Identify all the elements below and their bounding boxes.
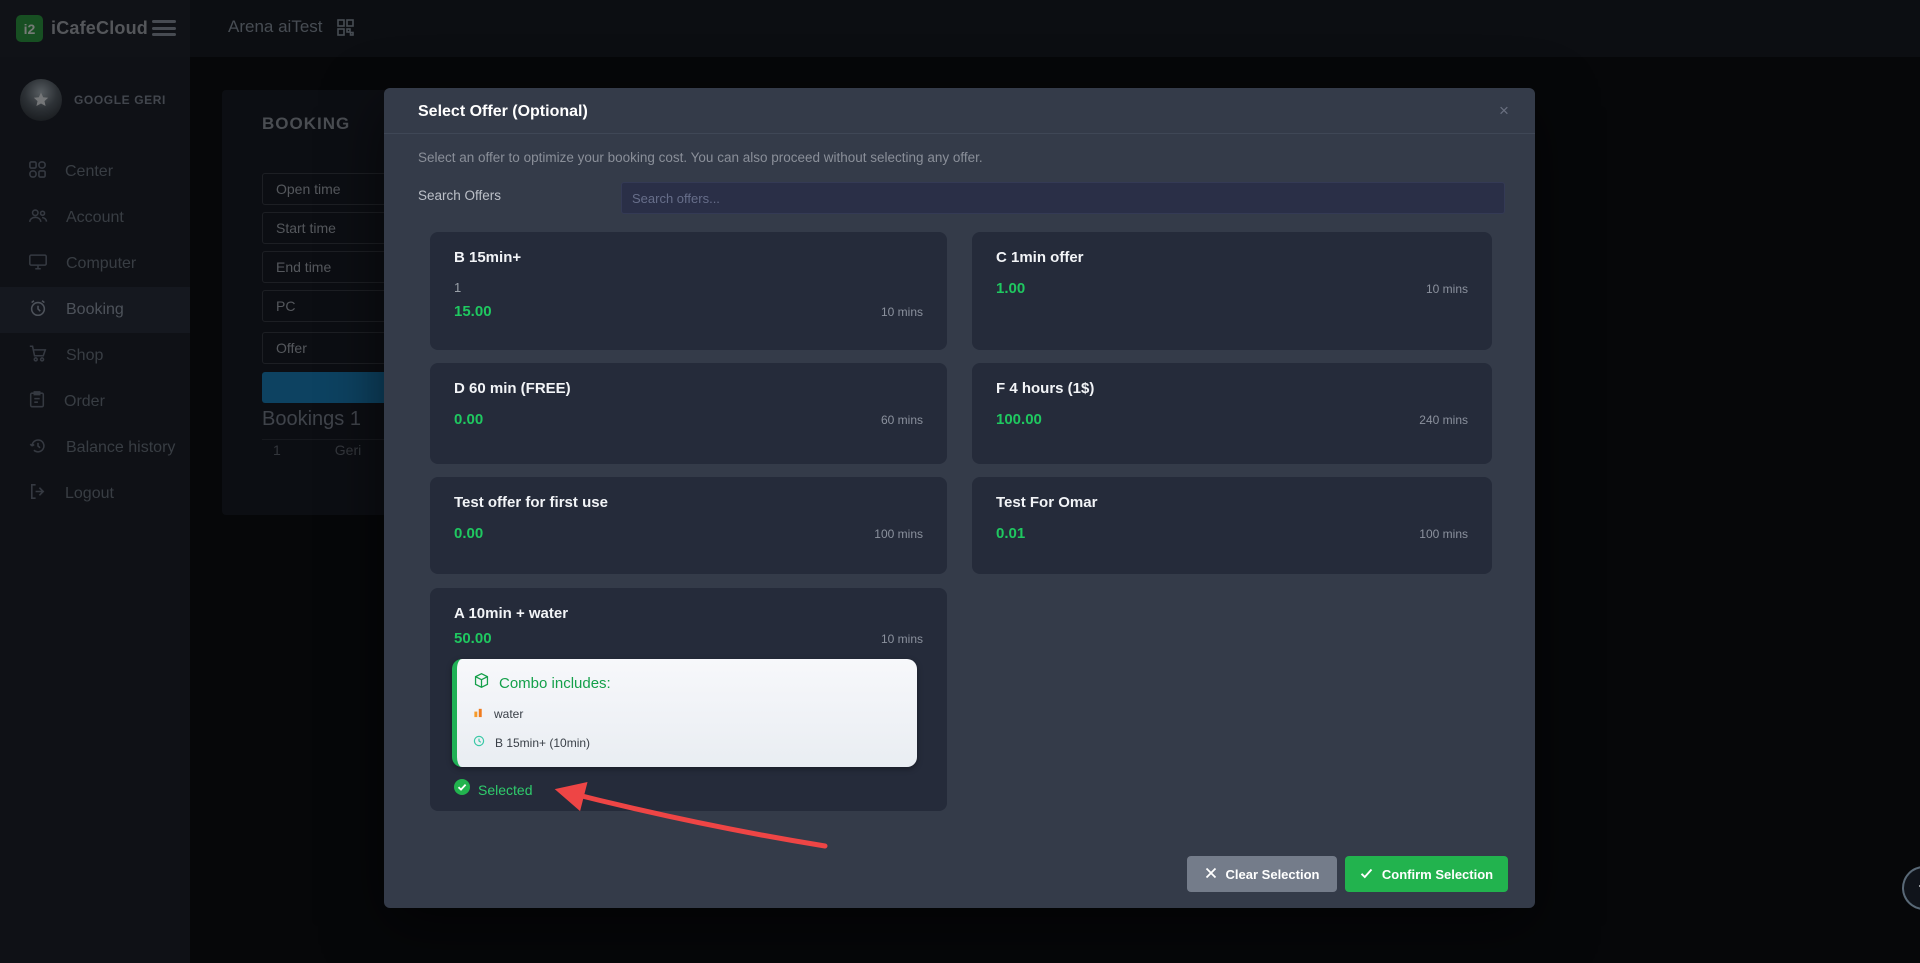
offer-name: D 60 min (FREE) — [454, 380, 923, 397]
select-offer-modal: Select Offer (Optional) × Select an offe… — [384, 88, 1535, 908]
offer-price: 50.00 — [454, 630, 492, 647]
search-offers-label: Search Offers — [418, 188, 501, 203]
confirm-selection-label: Confirm Selection — [1382, 867, 1493, 882]
offer-duration: 100 mins — [1419, 527, 1468, 541]
offer-card-b15min[interactable]: B 15min+ 1 15.00 10 mins — [430, 232, 947, 350]
offer-duration: 100 mins — [874, 527, 923, 541]
offer-price: 15.00 — [454, 303, 492, 320]
offer-price: 100.00 — [996, 411, 1042, 428]
offer-name: B 15min+ — [454, 249, 923, 266]
combo-item-b15min: B 15min+ (10min) — [473, 734, 901, 752]
offer-name: A 10min + water — [454, 605, 923, 622]
package-icon — [473, 672, 490, 694]
modal-subtitle: Select an offer to optimize your booking… — [418, 150, 983, 165]
combo-includes-box: Combo includes: water B 15min+ (10min) — [452, 659, 917, 767]
selected-indicator: Selected — [454, 779, 923, 800]
close-icon[interactable]: × — [1491, 98, 1517, 124]
offer-name: Test For Omar — [996, 494, 1468, 511]
offer-name: Test offer for first use — [454, 494, 923, 511]
selected-label: Selected — [478, 782, 532, 798]
offer-price: 0.00 — [454, 411, 483, 428]
combo-item-label: B 15min+ (10min) — [495, 736, 590, 750]
check-circle-icon — [454, 779, 470, 800]
x-icon — [1205, 867, 1217, 882]
combo-item-label: water — [494, 707, 523, 721]
clear-selection-button[interactable]: Clear Selection — [1187, 856, 1337, 892]
offer-price: 0.01 — [996, 525, 1025, 542]
combo-item-water: water — [473, 705, 901, 723]
confirm-selection-button[interactable]: Confirm Selection — [1345, 856, 1508, 892]
offer-name: C 1min offer — [996, 249, 1468, 266]
check-icon — [1360, 867, 1373, 882]
offer-duration: 10 mins — [881, 305, 923, 319]
combo-title: Combo includes: — [499, 675, 611, 692]
offer-duration: 10 mins — [1426, 282, 1468, 296]
modal-header-divider — [384, 133, 1535, 134]
search-offers-input[interactable] — [621, 182, 1505, 214]
modal-title: Select Offer (Optional) — [418, 103, 588, 121]
offer-name: F 4 hours (1$) — [996, 380, 1468, 397]
offer-price: 1.00 — [996, 280, 1025, 297]
offer-duration: 240 mins — [1419, 413, 1468, 427]
clear-selection-label: Clear Selection — [1226, 867, 1320, 882]
offer-duration: 60 mins — [881, 413, 923, 427]
offer-card-a10min-water-selected[interactable]: A 10min + water 50.00 10 mins Combo incl… — [430, 588, 947, 811]
drink-icon — [473, 705, 484, 723]
offer-price: 0.00 — [454, 525, 483, 542]
offer-description: 1 — [454, 280, 923, 295]
clock-icon — [473, 734, 485, 752]
offer-duration: 10 mins — [881, 632, 923, 646]
offer-card-d60min-free[interactable]: D 60 min (FREE) 0.00 60 mins — [430, 363, 947, 464]
offer-card-test-first-use[interactable]: Test offer for first use 0.00 100 mins — [430, 477, 947, 574]
offer-card-f4hours[interactable]: F 4 hours (1$) 100.00 240 mins — [972, 363, 1492, 464]
offer-card-c1min[interactable]: C 1min offer 1.00 10 mins — [972, 232, 1492, 350]
offer-card-test-for-omar[interactable]: Test For Omar 0.01 100 mins — [972, 477, 1492, 574]
